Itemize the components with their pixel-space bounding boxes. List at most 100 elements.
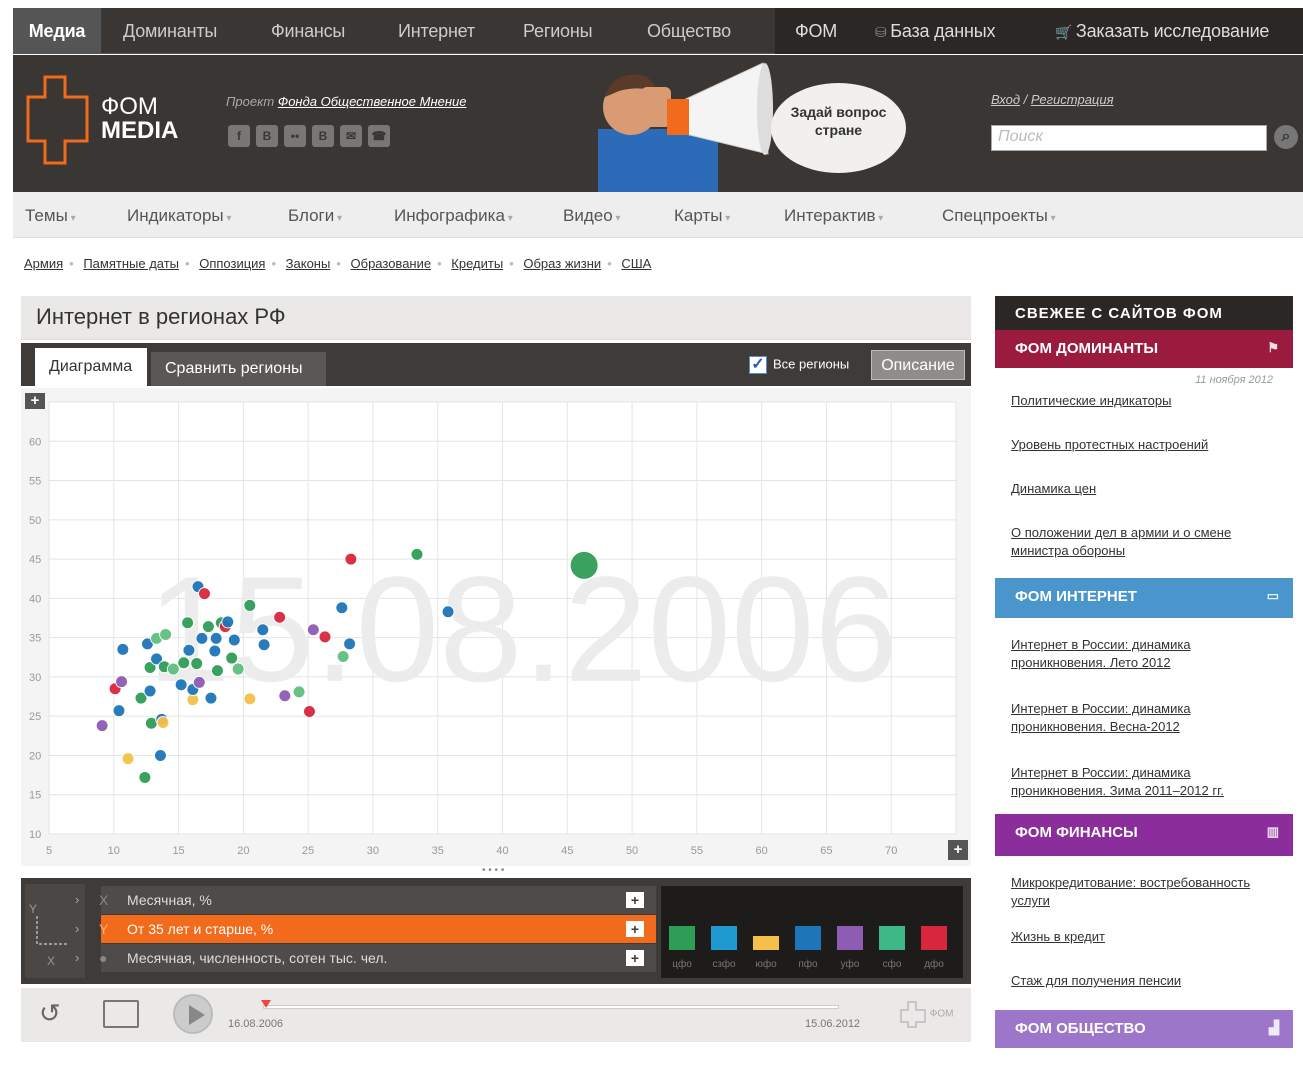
register-link[interactable]: Регистрация — [1031, 92, 1114, 107]
chevron-right-icon[interactable]: › — [75, 950, 79, 965]
indicator-label: Месячная, % — [101, 886, 656, 914]
legend-bar[interactable] — [753, 936, 779, 950]
nav-regiony[interactable]: Регионы — [523, 8, 593, 54]
menu-karty[interactable]: Карты — [674, 192, 730, 243]
menu-temy[interactable]: Темы — [25, 192, 76, 243]
tag-link[interactable]: Образование — [351, 256, 432, 271]
chevron-right-icon[interactable]: › — [75, 892, 79, 907]
indicator-row-size[interactable]: › ● Месячная, численность, сотен тыс. чел.… — [75, 944, 656, 972]
legend-bar[interactable] — [921, 926, 947, 950]
facebook-icon[interactable]: f — [228, 125, 250, 147]
sidebar-link[interactable]: Интернет в России: динамика проникновени… — [995, 636, 1293, 672]
y-tick-label: 10 — [29, 829, 41, 841]
menu-indikatory[interactable]: Индикаторы — [127, 192, 231, 243]
sidebar-link[interactable]: Интернет в России: динамика проникновени… — [995, 764, 1293, 800]
nav-dominanty[interactable]: Доминанты — [123, 8, 217, 54]
mail-icon[interactable]: ✉ — [340, 125, 362, 147]
data-point — [569, 550, 599, 580]
project-link[interactable]: Фонда Общественное Мнение — [278, 94, 467, 109]
tag-link[interactable]: Оппозиция — [199, 256, 265, 271]
nav-fom[interactable]: ФОМ — [795, 8, 837, 54]
add-icon[interactable]: + — [626, 950, 644, 966]
nav-order-research[interactable]: 🛒 Заказать исследование — [1055, 8, 1269, 54]
checkbox-checked-icon[interactable]: ✓ — [749, 356, 767, 374]
data-point — [441, 605, 455, 619]
sidebar-section-finansy[interactable]: ФОМ ФИНАНСЫ ▥ — [995, 814, 1293, 856]
nav-obshestvo[interactable]: Общество — [647, 8, 731, 54]
tag-link[interactable]: Законы — [286, 256, 331, 271]
login-link[interactable]: Вход — [991, 92, 1020, 107]
sidebar-section-internet[interactable]: ФОМ ИНТЕРНЕТ ▭ — [995, 578, 1293, 618]
search-input[interactable]: Поиск — [991, 125, 1267, 151]
menu-interaktiv[interactable]: Интерактив — [784, 192, 883, 243]
nav-media[interactable]: Медиа — [13, 8, 101, 54]
data-point — [204, 691, 218, 705]
sidebar-section-obshestvo[interactable]: ФОМ ОБЩЕСТВО ▟ — [995, 1010, 1293, 1048]
tag-link[interactable]: Армия — [24, 256, 63, 271]
sidebar-link[interactable]: Интернет в России: динамика проникновени… — [995, 700, 1293, 736]
menu-specproekty[interactable]: Спецпроекты — [942, 192, 1056, 243]
zoom-y-plus-icon[interactable]: + — [25, 393, 45, 409]
nav-database[interactable]: ⛁ База данных — [875, 8, 995, 54]
tag-link[interactable]: США — [621, 256, 651, 271]
sidebar-link[interactable]: Жизнь в кредит — [995, 928, 1293, 946]
data-point — [177, 656, 191, 670]
sidebar-link[interactable]: Динамика цен — [995, 480, 1293, 498]
data-point — [181, 616, 195, 630]
sidebar-section-dominanty[interactable]: ФОМ ДОМИНАНТЫ ⚑ — [995, 330, 1293, 368]
logo-text[interactable]: ФОМ MEDIA — [101, 95, 178, 143]
data-point — [227, 633, 241, 647]
menu-blogi[interactable]: Блоги — [288, 192, 342, 243]
sidebar-link[interactable]: Политические индикаторы — [995, 392, 1293, 410]
vkontakte-icon[interactable]: B — [256, 125, 278, 147]
y-axis-icon: Y — [99, 921, 109, 937]
tab-compare-regions[interactable]: Сравнить регионы — [151, 352, 326, 386]
legend-bar[interactable] — [879, 926, 905, 950]
timeline-slider[interactable] — [263, 1005, 839, 1009]
tag-divider: • — [336, 256, 341, 271]
menu-infografika[interactable]: Инфографика — [394, 192, 513, 243]
nav-finansy[interactable]: Финансы — [271, 8, 345, 54]
tag-link[interactable]: Образ жизни — [523, 256, 601, 271]
fom-logo-icon[interactable] — [25, 75, 91, 165]
timeline-handle[interactable] — [261, 1000, 271, 1008]
legend-bar[interactable] — [711, 926, 737, 950]
tag-link[interactable]: Кредиты — [451, 256, 503, 271]
resize-handle[interactable]: • • • • — [482, 866, 512, 876]
scatter-chart[interactable]: 5101520253035404550556065707510152025303… — [21, 388, 971, 866]
sidebar-link[interactable]: О положении дел в армии и о смене минист… — [995, 524, 1293, 560]
search-icon[interactable]: ⌕ — [1274, 125, 1298, 149]
trail-toggle-icon[interactable] — [103, 1000, 139, 1028]
chevron-right-icon[interactable]: › — [75, 921, 79, 936]
panel-header: Интернет в регионах РФ — [21, 296, 971, 340]
tag-link[interactable]: Памятные даты — [83, 256, 179, 271]
nav-internet[interactable]: Интернет — [398, 8, 475, 54]
add-icon[interactable]: + — [626, 921, 644, 937]
menu-video[interactable]: Видео — [563, 192, 620, 243]
y-tick-label: 15 — [29, 790, 41, 802]
tab-chart[interactable]: Диаграмма — [35, 348, 147, 386]
sidebar-link[interactable]: Уровень протестных настроений — [995, 436, 1293, 454]
legend-bar[interactable] — [837, 926, 863, 950]
all-regions-toggle[interactable]: ✓ Все регионы — [749, 356, 849, 374]
logo-line2: MEDIA — [101, 117, 179, 144]
legend-bar[interactable] — [669, 926, 695, 950]
add-icon[interactable]: + — [626, 892, 644, 908]
sidebar-link[interactable]: Стаж для получения пенсии — [995, 972, 1293, 990]
chart-tabbar: Диаграмма Сравнить регионы ✓ Все регионы … — [21, 343, 971, 386]
indicator-row-y[interactable]: › Y От 35 лет и старше, % + — [75, 915, 656, 943]
sidebar-link[interactable]: Микрокредитование: востребованность услу… — [995, 874, 1293, 910]
legend-label: цфо — [672, 959, 692, 970]
twitter-icon[interactable]: B — [312, 125, 334, 147]
legend-bar[interactable] — [795, 926, 821, 950]
flickr-icon[interactable]: •• — [284, 125, 306, 147]
legend-label: уфо — [840, 959, 860, 970]
description-button[interactable]: Описание — [871, 350, 965, 380]
zoom-x-plus-icon[interactable]: + — [948, 840, 968, 860]
legend-label: сфо — [882, 959, 902, 970]
phone-icon[interactable]: ☎ — [368, 125, 390, 147]
reset-icon[interactable]: ↺ — [39, 998, 61, 1029]
ask-question-bubble[interactable]: Задай вопрос стране — [771, 83, 906, 173]
play-button[interactable] — [173, 994, 213, 1034]
indicator-row-x[interactable]: › X Месячная, % + — [75, 886, 656, 914]
